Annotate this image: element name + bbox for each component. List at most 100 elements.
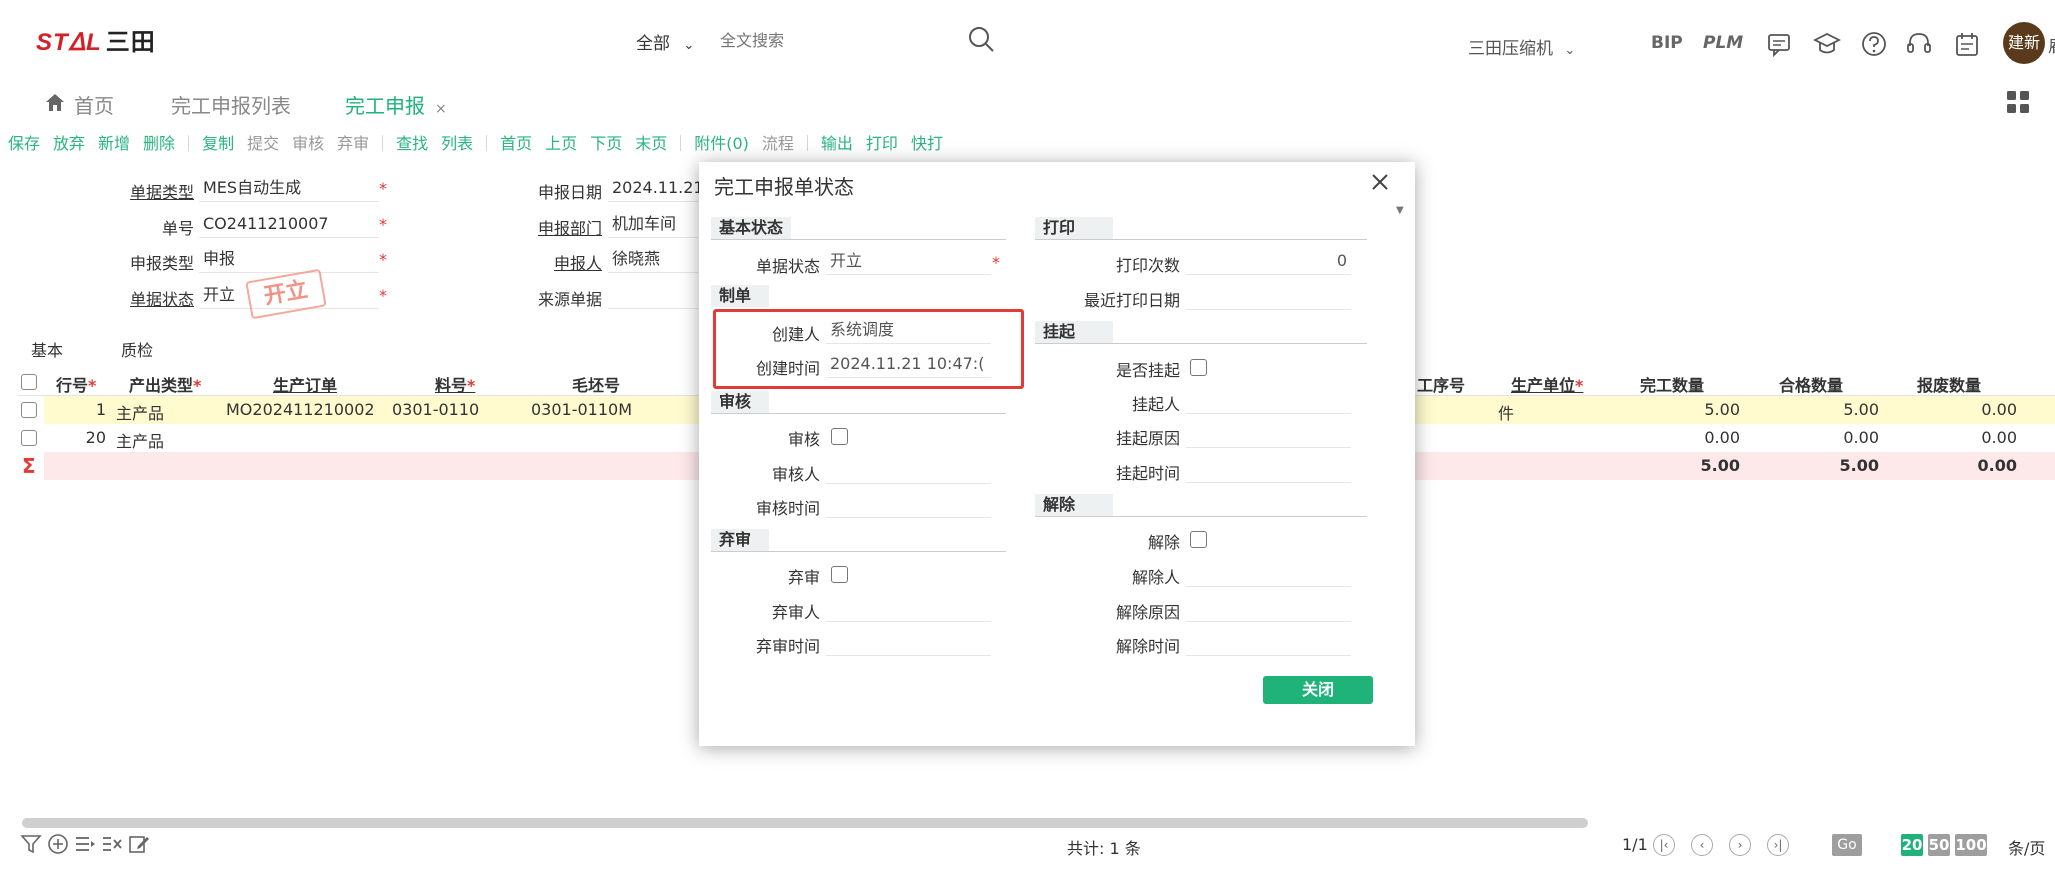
filter-icon[interactable] xyxy=(20,833,42,855)
col-material[interactable]: 料号* xyxy=(435,372,475,396)
close-button[interactable]: 关闭 xyxy=(1263,676,1373,704)
unaudit-person-field[interactable] xyxy=(826,596,991,622)
source-field[interactable] xyxy=(608,283,698,309)
grid-menu-icon[interactable] xyxy=(2006,90,2030,114)
page-size-100[interactable]: 100 xyxy=(1955,834,1987,856)
status-field[interactable]: 开立 xyxy=(826,249,991,275)
unaudit-time-field[interactable] xyxy=(826,630,991,656)
col-unit[interactable]: 生产单位* xyxy=(1511,372,1583,396)
prev-page-button[interactable]: 上页 xyxy=(545,130,577,154)
audit-checkbox[interactable] xyxy=(831,428,848,445)
cell-unit[interactable]: 件 xyxy=(1498,400,1514,424)
unaudit-button[interactable]: 弃审 xyxy=(337,130,369,154)
auditor-field[interactable] xyxy=(826,458,991,484)
next-page-icon[interactable]: › xyxy=(1729,834,1751,856)
dept-label[interactable]: 申报部门 xyxy=(520,215,602,239)
first-page-button[interactable]: 首页 xyxy=(500,130,532,154)
discard-button[interactable]: 放弃 xyxy=(53,130,85,154)
release-time-field[interactable] xyxy=(1186,630,1351,656)
row-checkbox[interactable] xyxy=(21,430,37,446)
hold-checkbox[interactable] xyxy=(1190,359,1207,376)
find-button[interactable]: 查找 xyxy=(396,130,428,154)
export-button[interactable]: 输出 xyxy=(821,130,853,154)
cell-done-qty[interactable]: 5.00 xyxy=(1640,400,1740,419)
avatar[interactable]: 建新 xyxy=(2003,22,2045,64)
col-scrap-qty[interactable]: 报废数量 xyxy=(1917,372,1981,396)
subtab-quality[interactable]: 质检 xyxy=(121,337,153,361)
last-print-date-field[interactable] xyxy=(1186,284,1351,310)
logo[interactable]: STᐃL 三田 xyxy=(36,22,156,57)
search-input[interactable] xyxy=(720,27,950,53)
delete-button[interactable]: 删除 xyxy=(143,130,175,154)
headset-icon[interactable] xyxy=(1905,30,1933,58)
graduation-cap-icon[interactable] xyxy=(1813,30,1841,58)
last-page-icon[interactable]: ›| xyxy=(1767,834,1789,856)
hold-reason-field[interactable] xyxy=(1186,422,1351,448)
cell-scrap-qty[interactable]: 0.00 xyxy=(1917,400,2017,419)
insert-row-icon[interactable] xyxy=(74,833,96,855)
page-size-20[interactable]: 20 xyxy=(1901,834,1923,856)
cell-material[interactable]: 0301-0110 xyxy=(392,400,479,419)
audit-button[interactable]: 审核 xyxy=(292,130,324,154)
hold-person-field[interactable] xyxy=(1186,388,1351,414)
last-page-button[interactable]: 末页 xyxy=(635,130,667,154)
cell-ok-qty[interactable]: 0.00 xyxy=(1779,428,1879,447)
nav-plm[interactable]: PLM xyxy=(1703,33,1743,53)
select-all-checkbox[interactable] xyxy=(21,374,37,390)
col-process-no[interactable]: 工序号 xyxy=(1417,372,1465,396)
print-button[interactable]: 打印 xyxy=(866,130,898,154)
calendar-icon[interactable] xyxy=(1953,30,1981,58)
list-button[interactable]: 列表 xyxy=(441,130,473,154)
attachment-button[interactable]: 附件(0) xyxy=(694,130,749,154)
col-line[interactable]: 行号* xyxy=(56,372,96,396)
copy-button[interactable]: 复制 xyxy=(202,130,234,154)
delete-row-icon[interactable] xyxy=(101,833,123,855)
row-checkbox[interactable] xyxy=(21,402,37,418)
release-person-field[interactable] xyxy=(1186,561,1351,587)
print-count-field[interactable]: 0 xyxy=(1186,249,1351,275)
help-icon[interactable] xyxy=(1860,30,1888,58)
workflow-button[interactable]: 流程 xyxy=(762,130,794,154)
subtab-basic[interactable]: 基本 xyxy=(31,337,63,361)
report-type-field[interactable]: 申报 xyxy=(199,247,379,273)
release-checkbox[interactable] xyxy=(1190,531,1207,548)
reporter-field[interactable]: 徐晓燕 xyxy=(608,247,698,273)
page-size-50[interactable]: 50 xyxy=(1928,834,1950,856)
cell-ok-qty[interactable]: 5.00 xyxy=(1779,400,1879,419)
submit-button[interactable]: 提交 xyxy=(247,130,279,154)
horizontal-scrollbar[interactable] xyxy=(22,818,1588,828)
tab-completion-report[interactable]: 完工申报 × xyxy=(345,90,447,119)
cell-output-type[interactable]: 主产品 xyxy=(116,428,164,452)
tab-home[interactable]: 首页 xyxy=(74,90,114,119)
doc-no-field[interactable]: CO2411210007 xyxy=(199,212,379,238)
hold-time-field[interactable] xyxy=(1186,457,1351,483)
dept-field[interactable]: 机加车间 xyxy=(608,212,698,238)
close-icon[interactable]: × xyxy=(435,101,447,117)
doc-status-label[interactable]: 单据状态 xyxy=(110,286,194,310)
col-ok-qty[interactable]: 合格数量 xyxy=(1779,372,1843,396)
search-scope-select[interactable]: 全部 ⌄ xyxy=(636,29,694,54)
first-page-icon[interactable]: |‹ xyxy=(1653,834,1675,856)
col-production-order[interactable]: 生产订单 xyxy=(273,372,337,396)
cell-done-qty[interactable]: 0.00 xyxy=(1640,428,1740,447)
cell-order[interactable]: MO202411210002 xyxy=(226,400,375,419)
next-page-button[interactable]: 下页 xyxy=(590,130,622,154)
save-button[interactable]: 保存 xyxy=(8,130,40,154)
nav-bip[interactable]: BIP xyxy=(1651,33,1683,53)
new-button[interactable]: 新增 xyxy=(98,130,130,154)
go-button[interactable]: Go xyxy=(1832,834,1862,856)
col-output-type[interactable]: 产出类型* xyxy=(129,372,201,396)
cell-output-type[interactable]: 主产品 xyxy=(116,400,164,424)
search-icon[interactable] xyxy=(966,24,996,54)
col-blank[interactable]: 毛坯号 xyxy=(572,372,620,396)
close-icon[interactable] xyxy=(1366,168,1394,196)
quick-print-button[interactable]: 快打 xyxy=(911,130,943,154)
release-reason-field[interactable] xyxy=(1186,596,1351,622)
reporter-label[interactable]: 申报人 xyxy=(520,250,602,274)
doc-type-label[interactable]: 单据类型 xyxy=(110,179,194,203)
col-done-qty[interactable]: 完工数量 xyxy=(1640,372,1704,396)
home-icon[interactable] xyxy=(44,91,66,113)
report-date-field[interactable]: 2024.11.21 xyxy=(608,176,704,202)
unaudit-checkbox[interactable] xyxy=(831,566,848,583)
cell-blank[interactable]: 0301-0110M xyxy=(531,400,632,419)
